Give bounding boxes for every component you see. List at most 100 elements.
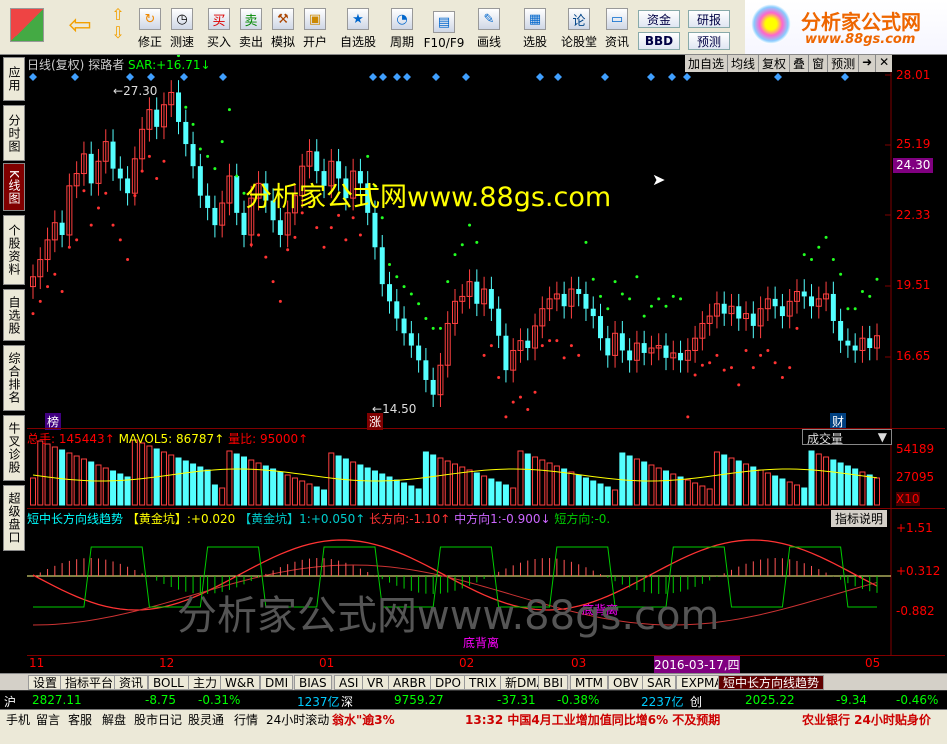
status-link[interactable]: 股灵通 [188,711,224,728]
news-button[interactable]: ▭ 资讯 [601,2,633,52]
candle [678,352,684,361]
indicator-tab[interactable]: 资讯 [114,675,149,690]
predict-button[interactable]: 预测 [828,55,860,72]
tab-label: 个股资料 [7,224,21,276]
indicator-tab[interactable]: 指标平台 [60,675,119,690]
indicator-tab[interactable]: DMI [260,675,294,690]
funds-button[interactable]: 资金 [638,10,680,28]
adjust-button[interactable]: 复权 [759,55,791,72]
updown-button[interactable]: ⇧ ⇩ [104,2,132,52]
sar-dot [67,245,71,249]
tab-kline[interactable]: K线图 [3,163,25,211]
ma-button[interactable]: 均线 [728,55,760,72]
signal-diamond [601,73,609,81]
buy-button[interactable]: 买买入 [204,2,234,52]
bbd-button[interactable]: BBD [638,32,680,50]
vol-tick: 54189 [896,442,935,456]
sar-dot [482,353,486,357]
signal-diamond [393,73,401,81]
sar-series [31,55,879,419]
sar-dot [395,275,399,279]
tab-intraday[interactable]: 分时图 [3,105,25,161]
candle [801,291,807,297]
tab-profile[interactable]: 个股资料 [3,215,25,285]
price-tick: 28.01 [896,68,931,82]
sar-dot [140,169,144,173]
indicator-tab[interactable]: 主力 [188,675,223,690]
status-link[interactable]: 留言 [36,711,60,728]
indicator-tab[interactable]: 短中长方向线趋势 [718,675,825,690]
overlay-button[interactable]: 叠 [790,55,810,72]
news-icon: ▭ [606,8,628,30]
close-icon[interactable]: ✕ [876,55,892,72]
indicator-tab[interactable]: OBV [608,675,644,690]
period-button[interactable]: ◔ 周期 [382,2,422,52]
speed-button[interactable]: ◷ 测速 [167,2,197,52]
sell-button[interactable]: 卖卖出 [236,2,266,52]
indicator-tab[interactable]: SAR [642,675,677,690]
correct-button[interactable]: ↻ 修正 [135,2,165,52]
chart-area[interactable]: 日线(复权) 探路者 SAR:+16.71↓ 加自选 均线 复权 叠 窗 预测 … [27,55,945,675]
tab-ranking[interactable]: 综合排名 [3,345,25,411]
forecast-button[interactable]: 预测 [688,32,730,50]
indicator-tab[interactable]: 设置 [28,675,63,690]
screen-button[interactable]: ▦ 选股 [516,2,554,52]
indicator-select[interactable]: 成交量 ▼ [802,429,892,446]
sar-dot [824,235,828,239]
grid-lines [885,55,892,655]
sar-dot [671,294,675,298]
indicator-tab[interactable]: DPO [430,675,466,690]
ind-param: 短方向: [554,512,595,526]
indicator-tab[interactable]: TRIX [464,675,502,690]
ratio-label: 量比: [228,432,257,446]
volume-bar [633,458,640,506]
indicator-tab[interactable]: VR [362,675,389,690]
volume-bar [837,462,844,506]
sar-dot [548,339,552,343]
volume-bar [321,489,328,506]
indicator-tab[interactable]: BIAS [294,675,332,690]
sar-dot [642,314,646,318]
indicator-tab[interactable]: W&R [220,675,260,690]
buy-label: 买入 [206,35,231,49]
indicator-tab[interactable]: ASI [334,675,364,690]
research-button[interactable]: 研报 [688,10,730,28]
open-account-button[interactable]: ▣ 开户 [300,2,330,52]
indicator-tab[interactable]: MTM [570,675,609,690]
back-button[interactable]: ⇦ [58,2,102,52]
status-link[interactable]: 行情 [234,711,258,728]
vol-label: 总手: [27,432,56,446]
sar-dot [271,280,275,284]
add-watch-button[interactable]: 加自选 [685,55,729,72]
status-link[interactable]: 解盘 [102,711,126,728]
hammer-icon: ⚒ [272,8,294,30]
tab-orderbook[interactable]: 超级盘口 [3,485,25,551]
tab-watchlist[interactable]: 自选股 [3,289,25,341]
indicator-tab[interactable]: BOLL [148,675,189,690]
news-ticker[interactable]: 翁水"逾3% [332,711,395,728]
draw-button[interactable]: ✎ 画线 [471,2,507,52]
kline-chart[interactable] [27,55,945,675]
status-link[interactable]: 24小时滚动 [266,711,329,728]
pin-icon[interactable]: ➜ [859,55,877,72]
watchlist-button[interactable]: ★ 自选股 [338,2,378,52]
f10-button[interactable]: ▤ F10/F9 [424,2,464,52]
indicator-tab[interactable]: BBI [538,675,569,690]
forum-button[interactable]: 论论股堂 [560,2,598,52]
date-tick: 05 [865,656,881,670]
status-link[interactable]: 客服 [68,711,92,728]
volume-bar [779,478,786,506]
simulate-button[interactable]: ⚒ 模拟 [268,2,298,52]
window-button[interactable]: 窗 [809,55,829,72]
stock-button[interactable] [6,2,48,52]
news-ticker[interactable]: 农业银行 24小时贴身价 [802,711,931,728]
tab-diagnose[interactable]: 牛叉诊股 [3,415,25,481]
status-link[interactable]: 股市日记 [134,711,182,728]
sar-dot [780,376,784,380]
indicator-help-button[interactable]: 指标说明 [831,510,888,527]
indicator-tab[interactable]: ARBR [388,675,432,690]
tab-apps[interactable]: 应用 [3,57,25,101]
news-ticker[interactable]: 13:32 中国4月工业增加值同比增6% 不及预期 [465,711,720,728]
candle [503,335,509,371]
status-link[interactable]: 手机 [6,711,30,728]
